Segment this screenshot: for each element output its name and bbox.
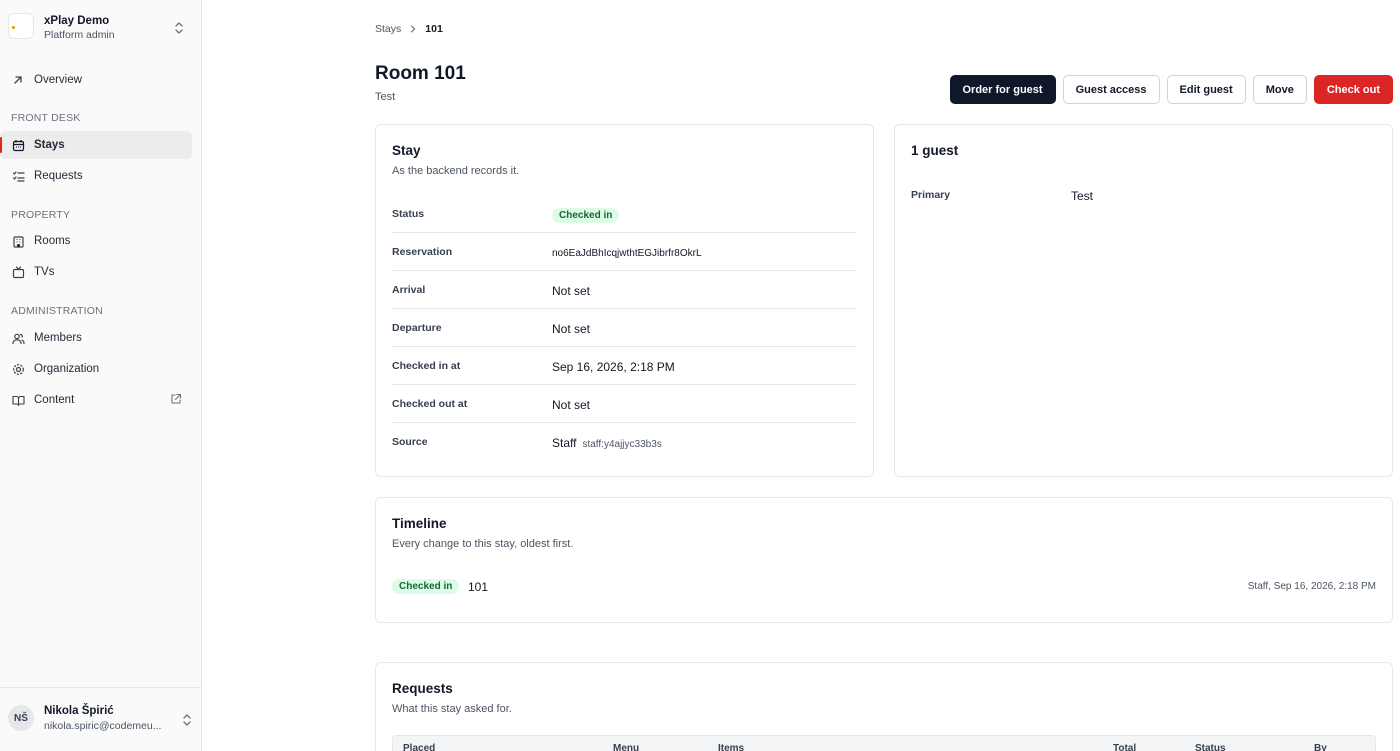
chevron-up-down-icon [174,21,184,35]
requests-title: Requests [392,681,453,696]
page-title: Room 101 [375,63,466,84]
org-switcher[interactable]: xPlay Demo Platform admin [8,12,194,44]
section-property: PROPERTY [11,209,71,221]
timeline-meta: Staff, Sep 16, 2026, 2:18 PM [1247,581,1376,592]
user-menu[interactable]: NŠ Nikola Špirić nikola.spiric@codemeu..… [0,687,202,751]
org-logo [8,13,34,39]
nav-requests-label: Requests [34,170,83,182]
column-header-total[interactable]: Total [1113,743,1136,751]
breadcrumb-stays[interactable]: Stays [375,23,401,35]
guest-access-button[interactable]: Guest access [1062,75,1160,104]
external-link-icon [170,393,182,408]
column-header-menu[interactable]: Menu [613,743,639,751]
timeline-card: Timeline Every change to this stay, olde… [375,497,1393,623]
nav-overview-label: Overview [34,74,82,86]
guest-label: Primary [911,189,951,201]
avatar: NŠ [8,705,34,731]
guest-name: Test [1071,189,1094,203]
nav-members[interactable]: Members [0,324,192,352]
nav-tvs-label: TVs [34,266,55,278]
requests-table-header: Placed Menu Items Total Status By [392,735,1376,751]
nav-organization[interactable]: Organization [0,355,192,383]
arrow-up-right-icon [11,73,25,87]
stay-card: Stay As the backend records it. Status C… [375,124,874,477]
stay-title: Stay [392,143,421,158]
stay-row-arrival: Arrival Not set [392,271,857,309]
stay-row-source: Source Staff staff:y4ajjyc33b3s [392,423,857,461]
stay-row-reservation: Reservation no6EaJdBhIcqjwthtEGJibrfr8Ok… [392,233,857,271]
nav-overview[interactable]: Overview [0,66,192,94]
breadcrumb-current: 101 [425,23,443,35]
row-label: Departure [392,322,442,334]
departure-value: Not set [552,322,591,336]
column-header-placed[interactable]: Placed [403,743,435,751]
chevron-up-down-icon [182,713,192,727]
chevron-right-icon [409,25,417,33]
move-button[interactable]: Move [1252,75,1307,104]
nav-rooms[interactable]: Rooms [0,227,192,255]
row-label: Arrival [392,284,426,296]
checklist-icon [11,169,25,183]
tv-icon [11,265,25,279]
column-header-status[interactable]: Status [1195,743,1226,751]
requests-subtitle: What this stay asked for. [392,703,512,715]
page-subtitle: Test [375,91,396,103]
calendar-icon [11,138,25,152]
status-badge: Checked in [552,208,620,223]
column-header-by[interactable]: By [1314,743,1327,751]
timeline-status-badge: Checked in [392,579,460,594]
action-bar: Order for guest Guest access Edit guest … [949,75,1393,104]
edit-guest-button[interactable]: Edit guest [1166,75,1246,104]
nav-content-label: Content [34,394,75,406]
timeline-subtitle: Every change to this stay, oldest first. [392,538,574,550]
source-main: Staff [552,436,577,450]
org-role: Platform admin [44,29,115,41]
column-header-items[interactable]: Items [718,743,744,751]
stay-row-status: Status Checked in [392,195,857,233]
timeline-title: Timeline [392,516,447,531]
users-icon [11,331,25,345]
building-icon [11,234,25,248]
user-email: nikola.spiric@codemeu... [44,720,162,732]
arrival-value: Not set [552,284,591,298]
guest-card: 1 guest Primary Test [894,124,1393,477]
row-label: Source [392,436,428,448]
status-value: Checked in [552,207,620,223]
nav-stays-label: Stays [34,139,65,151]
source-value: Staff staff:y4ajjyc33b3s [552,436,662,450]
checked-in-at-value: Sep 16, 2026, 2:18 PM [552,360,675,374]
sidebar: xPlay Demo Platform admin Overview FRONT… [0,0,202,751]
section-administration: ADMINISTRATION [11,305,103,317]
timeline-room: 101 [468,580,489,594]
guest-count-title: 1 guest [911,143,959,158]
row-label: Status [392,208,425,220]
stay-subtitle: As the backend records it. [392,165,520,177]
nav-requests[interactable]: Requests [0,162,192,190]
row-label: Checked in at [392,360,461,372]
section-front-desk: FRONT DESK [11,112,81,124]
nav-tvs[interactable]: TVs [0,258,192,286]
breadcrumb: Stays 101 [375,23,443,35]
source-detail: staff:y4ajjyc33b3s [582,439,662,450]
stay-row-checked-in-at: Checked in at Sep 16, 2026, 2:18 PM [392,347,857,385]
check-out-button[interactable]: Check out [1313,75,1393,104]
order-for-guest-button[interactable]: Order for guest [949,75,1056,104]
row-label: Checked out at [392,398,468,410]
nav-organization-label: Organization [34,363,100,375]
requests-card: Requests What this stay asked for. Place… [375,662,1393,751]
nav-members-label: Members [34,332,82,344]
stay-row-departure: Departure Not set [392,309,857,347]
row-label: Reservation [392,246,453,258]
nav-rooms-label: Rooms [34,235,71,247]
gear-icon [11,362,25,376]
timeline-entry: Checked in 101 Staff, Sep 16, 2026, 2:18… [392,578,1376,598]
org-name: xPlay Demo [44,15,110,27]
nav-stays[interactable]: Stays [0,131,192,159]
reservation-value: no6EaJdBhIcqjwthtEGJibrfr8OkrL [552,248,702,259]
stay-row-checked-out-at: Checked out at Not set [392,385,857,423]
user-name: Nikola Špirić [44,705,114,717]
checked-out-at-value: Not set [552,398,591,412]
book-open-icon [11,393,25,407]
nav-content[interactable]: Content [0,386,192,414]
